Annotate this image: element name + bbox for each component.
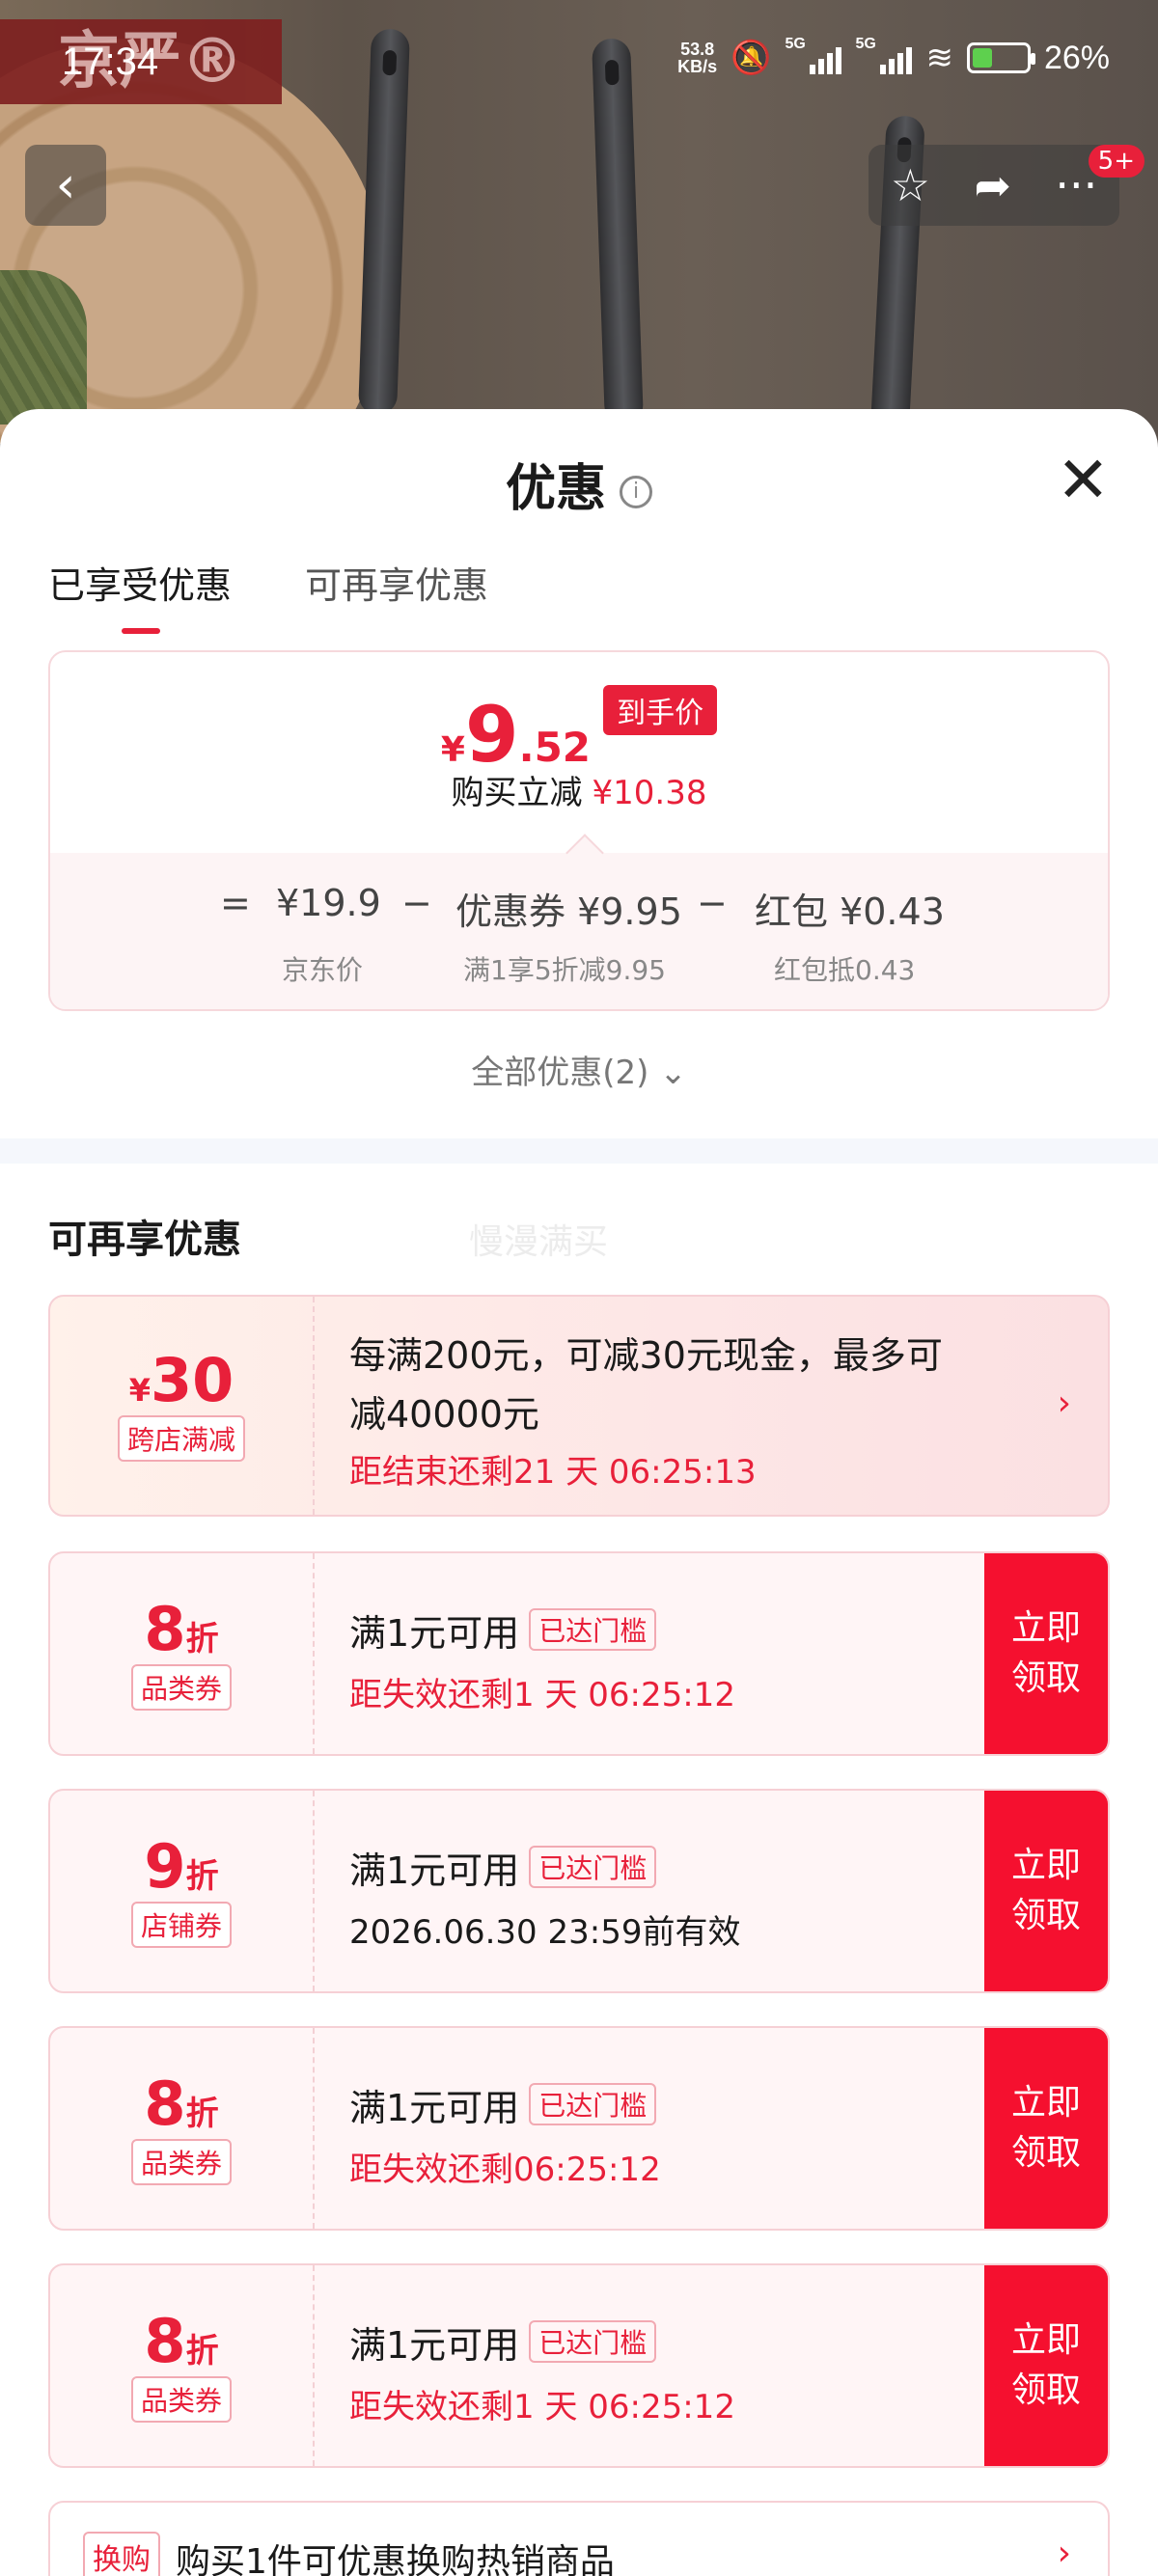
promo-desc: 每满200元，可减30元现金，最多可: [349, 1334, 943, 1377]
section-title: 可再享优惠: [48, 1218, 241, 1262]
promo-countdown: 距结束还剩21 天 06:25:13: [349, 1453, 757, 1492]
plant: [0, 270, 87, 425]
jd-price: ¥19.9: [276, 882, 381, 924]
share-icon[interactable]: ➦: [974, 159, 1011, 211]
discount-sheet: 优惠 i ✕ 已享受优惠 可再享优惠 ¥9.52 到手价 购买立减 ¥10.38 =…: [0, 409, 1158, 2576]
reduce-line: 购买立减 ¥10.38: [451, 774, 707, 812]
threshold-tag: 已达门槛: [529, 2320, 657, 2363]
message-badge: 5+: [1088, 145, 1144, 178]
battery-percent: 26%: [1043, 39, 1110, 76]
promo-card[interactable]: ¥30 跨店满减 每满200元，可减30元现金，最多可 减40000元 距结束还…: [48, 1295, 1110, 1517]
swap-tag: 换购: [83, 2532, 160, 2576]
coupon-condition: 满1元可用: [349, 1612, 520, 1655]
tab-available[interactable]: 可再享优惠: [305, 556, 488, 609]
claim-button[interactable]: 立即 领取: [984, 2265, 1108, 2466]
signal-icon: 5G: [855, 36, 913, 74]
tab-enjoyed[interactable]: 已享受优惠: [48, 556, 232, 634]
coupon-discount: 8折 品类券: [50, 2265, 315, 2466]
price-summary: ¥9.52 到手价 购买立减 ¥10.38 = ¥19.9 京东价 − 优惠券 ¥…: [48, 650, 1110, 1011]
coupon-countdown: 距失效还剩1 天 06:25:12: [349, 1676, 735, 1714]
chevron-left-icon: ‹: [55, 156, 76, 214]
equals-sign: =: [220, 882, 251, 924]
coupon-card: 8折 品类券 满1元可用 已达门槛 距失效还剩1 天 06:25:12 立即 领取: [48, 1551, 1110, 1756]
coupon-condition: 满1元可用: [349, 1850, 520, 1892]
coupon-type-tag: 品类券: [130, 2376, 232, 2423]
wifi-icon: ≋: [925, 40, 953, 76]
signal-icon: 5G: [785, 36, 842, 74]
coupon-card: 8折 品类券 满1元可用 已达门槛 距失效还剩1 天 06:25:12 立即 领取: [48, 2263, 1110, 2468]
threshold-tag: 已达门槛: [529, 1846, 657, 1888]
coupon-type-tag: 品类券: [130, 1664, 232, 1711]
claim-button[interactable]: 立即 领取: [984, 2028, 1108, 2229]
coupon-type-tag: 品类券: [130, 2139, 232, 2185]
coupon-discount: 9折 店铺券: [50, 1791, 315, 1991]
status-time: 17:34: [62, 41, 159, 83]
claim-button[interactable]: 立即 领取: [984, 1791, 1108, 1991]
section-divider: [0, 1138, 1158, 1164]
back-button[interactable]: ‹: [25, 145, 106, 226]
threshold-tag: 已达门槛: [529, 2083, 657, 2125]
all-discounts-toggle[interactable]: 全部优惠(2) ⌄: [0, 1046, 1158, 1093]
battery-icon: [966, 42, 1035, 73]
minus-sign: −: [401, 882, 432, 924]
coupon-countdown: 距失效还剩06:25:12: [349, 2151, 661, 2189]
chevron-right-icon: ›: [1057, 1384, 1071, 1423]
claim-button[interactable]: 立即 领取: [984, 1553, 1108, 1754]
jd-price-label: 京东价: [282, 954, 364, 986]
top-actions: ☆ ➦ ···: [868, 145, 1119, 226]
coupon-condition: 满1元可用: [349, 2087, 520, 2129]
tabs: 已享受优惠 可再享优惠: [48, 556, 488, 634]
coupon-card: 8折 品类券 满1元可用 已达门槛 距失效还剩06:25:12 立即 领取: [48, 2026, 1110, 2231]
final-price-tag: 到手价: [603, 685, 718, 735]
minus-sign: −: [697, 882, 728, 924]
promo-desc-2: 减40000元: [349, 1393, 539, 1436]
promo-amount: ¥30 跨店满减: [50, 1297, 315, 1515]
coupon-discount: 8折 品类券: [50, 2028, 315, 2229]
status-bar: 17:34 53.8 KB/s 🔕 5G 5G ≋ 26%: [0, 0, 1158, 125]
coupon-amount: 优惠券 ¥9.95: [455, 891, 682, 933]
threshold-tag: 已达门槛: [529, 1608, 657, 1651]
coupon-label: 满1享5折减9.95: [463, 954, 666, 986]
swap-promo[interactable]: 换购 购买1件可优惠换购热销商品 ›: [48, 2501, 1110, 2576]
coupon-card: 9折 店铺券 满1元可用 已达门槛 2026.06.30 23:59前有效 立即领…: [48, 1789, 1110, 1993]
redpack-amount: 红包 ¥0.43: [755, 891, 945, 933]
sheet-title: 优惠 i: [0, 448, 1158, 520]
redpack-label: 红包抵0.43: [774, 954, 916, 986]
swap-text: 购买1件可优惠换购热销商品: [176, 2542, 615, 2576]
coupon-type-tag: 店铺券: [130, 1902, 232, 1948]
info-icon[interactable]: i: [620, 476, 652, 508]
mute-icon: 🔕: [731, 40, 772, 76]
chevron-right-icon: ›: [1057, 2534, 1071, 2573]
coupon-expiry: 2026.06.30 23:59前有效: [349, 1913, 741, 1952]
coupon-countdown: 距失效还剩1 天 06:25:12: [349, 2388, 735, 2426]
close-icon[interactable]: ✕: [1057, 449, 1110, 512]
watermark: 慢漫满买: [469, 1222, 609, 1262]
coupon-discount: 8折 品类券: [50, 1553, 315, 1754]
system-icons: 53.8 KB/s 🔕 5G 5G ≋ 26%: [677, 36, 1110, 77]
star-icon[interactable]: ☆: [891, 159, 930, 211]
price-breakdown: = ¥19.9 京东价 − 优惠券 ¥9.95 满1享5折减9.95 − 红包 …: [50, 853, 1108, 1009]
promo-tag: 跨店满减: [117, 1415, 245, 1462]
coupon-condition: 满1元可用: [349, 2324, 520, 2367]
net-speed: 53.8 KB/s: [677, 40, 718, 76]
